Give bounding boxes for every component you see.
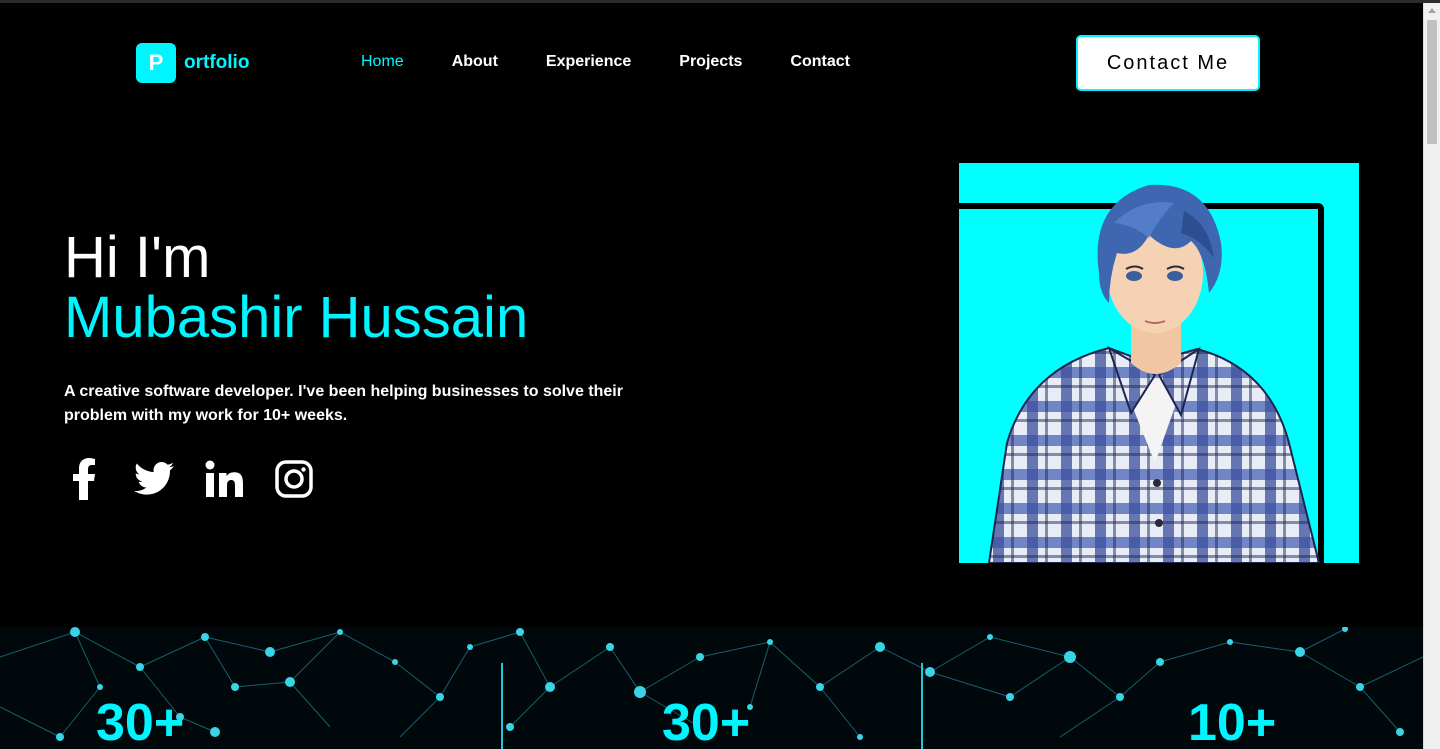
brand-logo[interactable]: P ortfolio [136, 43, 249, 83]
hero-name: Mubashir Hussain [64, 285, 529, 350]
stat-value: 10+ [1188, 694, 1277, 749]
facebook-icon[interactable] [64, 458, 104, 500]
contact-me-button[interactable]: Contact Me [1076, 35, 1260, 91]
logo-badge: P [136, 43, 176, 83]
social-links [64, 458, 314, 500]
profile-image [959, 163, 1359, 563]
stat-divider [921, 663, 923, 749]
twitter-icon[interactable] [134, 458, 174, 500]
window-top-border [0, 0, 1440, 3]
hero-description: A creative software developer. I've been… [64, 383, 623, 424]
main-nav: Home About Experience Projects Contact [361, 53, 850, 71]
stat-divider [501, 663, 503, 749]
nav-home[interactable]: Home [361, 53, 404, 71]
nav-contact[interactable]: Contact [790, 53, 850, 71]
nav-about[interactable]: About [452, 53, 498, 71]
stat-value: 30+ [96, 694, 185, 749]
vertical-scrollbar[interactable] [1423, 3, 1440, 749]
linkedin-icon[interactable] [204, 458, 244, 500]
scroll-up-arrow-icon[interactable] [1428, 8, 1436, 13]
nav-projects[interactable]: Projects [679, 53, 742, 71]
nav-experience[interactable]: Experience [546, 53, 631, 71]
instagram-icon[interactable] [274, 458, 314, 500]
avatar-illustration [987, 184, 1321, 563]
stats-section: 30+ 30+ 10+ [0, 627, 1423, 749]
scroll-thumb[interactable] [1427, 20, 1437, 144]
logo-text: ortfolio [184, 52, 250, 73]
hero-greeting: Hi I'm [64, 225, 211, 290]
stat-value: 30+ [662, 694, 751, 749]
